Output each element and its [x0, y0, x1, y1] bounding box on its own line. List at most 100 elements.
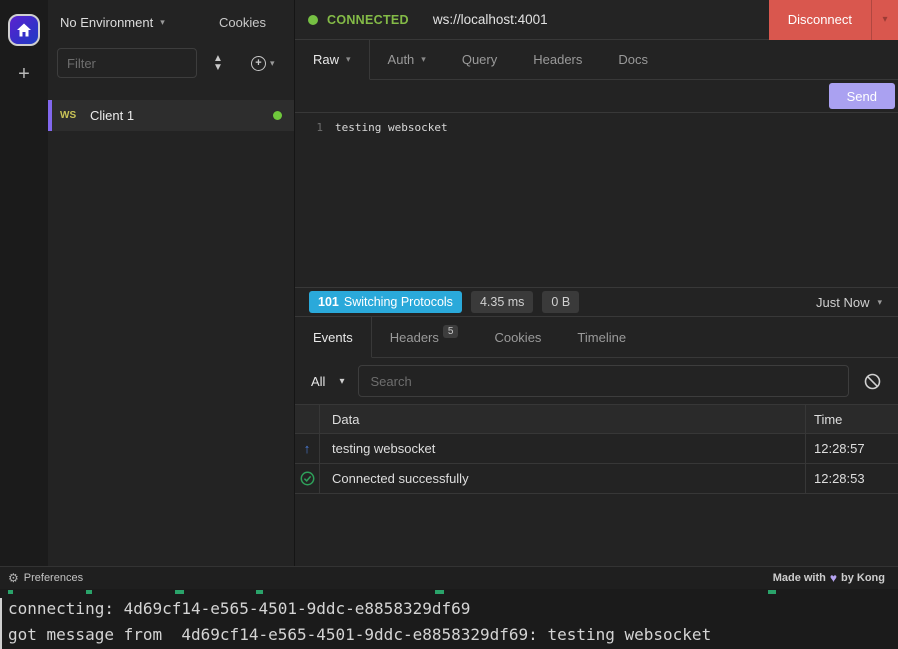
tab-timeline[interactable]: Timeline [559, 317, 644, 358]
send-button[interactable]: Send [829, 83, 895, 109]
preferences-button[interactable]: ⚙ Preferences [8, 571, 83, 585]
tab-auth-label: Auth [388, 52, 415, 67]
activity-bar: + [0, 0, 48, 566]
event-type-select[interactable]: All ▾ [305, 374, 350, 389]
clipped-text-fragment [175, 590, 184, 594]
heart-icon: ♥ [830, 571, 837, 585]
events-filter-row: All ▾ [295, 358, 898, 404]
tab-raw-label: Raw [313, 52, 339, 67]
new-project-button[interactable]: + [18, 64, 30, 84]
table-row[interactable]: Connected successfully 12:28:53 [295, 464, 898, 494]
event-type-value: All [311, 374, 325, 389]
editor-content: testing websocket [335, 119, 448, 137]
chevron-down-icon: ▾ [421, 54, 426, 65]
event-time: 12:28:53 [805, 464, 898, 493]
tab-response-cookies-label: Cookies [494, 330, 541, 345]
tab-response-headers[interactable]: Headers 5 [372, 317, 477, 358]
main-pane: CONNECTED ws://localhost:4001 Disconnect… [295, 0, 898, 566]
websocket-url: ws://localhost:4001 [433, 12, 548, 27]
request-list: WS Client 1 [48, 88, 294, 566]
event-data: Connected successfully [320, 464, 805, 493]
response-tabbar: Events Headers 5 Cookies Timeline [295, 317, 898, 358]
tab-query[interactable]: Query [444, 40, 515, 80]
create-request-button[interactable]: + ▾ [251, 56, 275, 71]
status-footer: ⚙ Preferences Made with ♥ by Kong [0, 566, 898, 589]
by-kong-text: by Kong [841, 572, 885, 584]
request-tabbar: Raw ▾ Auth ▾ Query Headers Docs [295, 40, 898, 80]
ws-protocol-tag: WS [60, 110, 90, 121]
home-button[interactable] [8, 14, 40, 46]
tabbar-filler [666, 40, 898, 80]
disconnect-split-button: Disconnect ▾ [769, 0, 898, 40]
request-item-client-1[interactable]: WS Client 1 [48, 100, 294, 131]
tab-raw[interactable]: Raw ▾ [295, 40, 370, 80]
line-number: 1 [295, 119, 335, 137]
tab-headers[interactable]: Headers [515, 40, 600, 80]
recency-label: Just Now [816, 295, 869, 310]
events-table-header: Data Time [295, 405, 898, 434]
plus-icon: + [18, 63, 30, 85]
environment-selector[interactable]: No Environment ▾ [60, 15, 165, 30]
terminal-line: connecting: 4d69cf14-e565-4501-9ddc-e885… [8, 599, 470, 618]
prohibit-icon [864, 373, 881, 390]
data-column-header: Data [320, 405, 805, 433]
workspace: + No Environment ▾ Cookies ▲▼ + ▾ [0, 0, 898, 566]
clipped-text-fragment [8, 590, 13, 594]
response-history-dropdown[interactable]: Just Now ▾ [816, 295, 882, 310]
disconnect-dropdown-button[interactable]: ▾ [871, 0, 898, 40]
cookies-button[interactable]: Cookies [219, 15, 266, 30]
clipped-text-fragment [435, 590, 444, 594]
chevron-down-icon: ▾ [346, 54, 351, 65]
clear-events-button[interactable] [857, 373, 887, 390]
icon-column-header [295, 405, 320, 433]
tab-docs-label: Docs [618, 52, 648, 67]
tab-response-headers-label: Headers [390, 330, 439, 345]
environment-label: No Environment [60, 15, 153, 30]
status-text: Switching Protocols [344, 295, 453, 309]
terminal-left-edge [0, 598, 2, 649]
home-icon [16, 22, 32, 38]
connection-bar: CONNECTED ws://localhost:4001 Disconnect… [295, 0, 898, 40]
sidebar: No Environment ▾ Cookies ▲▼ + ▾ WS Clie [48, 0, 295, 566]
disconnect-button[interactable]: Disconnect [769, 0, 871, 40]
request-name: Client 1 [90, 108, 134, 123]
tab-auth[interactable]: Auth ▾ [370, 40, 444, 80]
sent-arrow-icon: ↑ [295, 434, 320, 463]
status-code-badge: 101 Switching Protocols [309, 291, 462, 313]
chevron-down-icon: ▾ [339, 376, 344, 387]
clipped-text-fragment [256, 590, 263, 594]
tab-events[interactable]: Events [295, 317, 372, 358]
response-meta-bar: 101 Switching Protocols 4.35 ms 0 B Just… [295, 287, 898, 317]
status-label: CONNECTED [327, 13, 409, 27]
tab-response-cookies[interactable]: Cookies [476, 317, 559, 358]
message-editor[interactable]: 1 testing websocket [295, 113, 898, 287]
tab-events-label: Events [313, 330, 353, 345]
sort-icon: ▲▼ [213, 54, 223, 72]
connected-dot-icon [273, 111, 282, 120]
tab-docs[interactable]: Docs [600, 40, 666, 80]
event-search-input[interactable] [358, 365, 849, 397]
check-circle-icon [295, 464, 320, 493]
response-size-badge: 0 B [542, 291, 579, 313]
tabbar-filler [644, 317, 898, 358]
sidebar-header: No Environment ▾ Cookies [48, 0, 294, 44]
connection-status: CONNECTED [295, 13, 423, 27]
terminal-window: connecting: 4d69cf14-e565-4501-9ddc-e885… [0, 589, 898, 649]
response-time-badge: 4.35 ms [471, 291, 533, 313]
event-data: testing websocket [320, 434, 805, 463]
chevron-down-icon: ▾ [877, 297, 882, 308]
circle-plus-icon: + [251, 56, 266, 71]
editor-line: 1 testing websocket [295, 119, 898, 137]
status-dot-icon [308, 15, 318, 25]
send-row: Send [295, 80, 898, 113]
made-with-kong[interactable]: Made with ♥ by Kong [773, 571, 885, 585]
gear-icon: ⚙ [8, 571, 19, 585]
events-table: Data Time ↑ testing websocket 12:28:57 [295, 404, 898, 494]
insomnia-window: + No Environment ▾ Cookies ▲▼ + ▾ [0, 0, 898, 649]
filter-input[interactable] [57, 48, 197, 78]
sort-button[interactable]: ▲▼ [201, 54, 235, 72]
clipped-text-fragment [86, 590, 92, 594]
made-with-text: Made with [773, 572, 826, 584]
table-row[interactable]: ↑ testing websocket 12:28:57 [295, 434, 898, 464]
clipped-text-fragment [768, 590, 776, 594]
